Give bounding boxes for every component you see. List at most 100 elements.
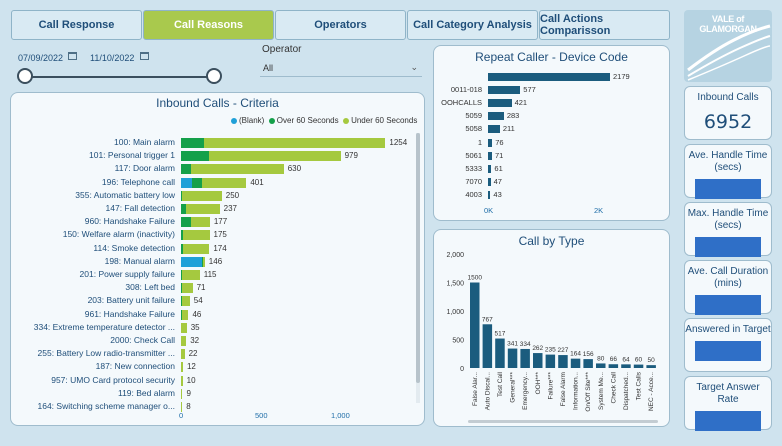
criteria-row[interactable]: 114: Smoke detection 174 — [11, 243, 416, 255]
criteria-row[interactable]: 960: Handshake Failure 177 — [11, 216, 416, 228]
bar-segment-under[interactable] — [181, 322, 187, 333]
criteria-row[interactable]: 147: Fall detection 237 — [11, 203, 416, 215]
bar-segment-under[interactable] — [203, 138, 386, 148]
tab-call-actions-comparisson[interactable]: Call Actions Comparisson — [539, 10, 670, 40]
bar-segment-under[interactable] — [190, 164, 284, 175]
criteria-row[interactable]: 196: Telephone call 401 — [11, 177, 416, 189]
bar-segment-under[interactable] — [208, 151, 341, 162]
bar-segment-under[interactable] — [181, 375, 183, 386]
type-bar[interactable] — [608, 364, 619, 368]
tab-call-reasons[interactable]: Call Reasons — [143, 10, 274, 40]
criteria-row[interactable]: 117: Door alarm 630 — [11, 163, 416, 175]
criteria-row[interactable]: 334: Extreme temperature detector ... 35 — [11, 322, 416, 334]
criteria-row[interactable]: 255: Battery Low radio-transmitter ... 22 — [11, 348, 416, 360]
type-bar[interactable] — [545, 354, 556, 368]
repeat-bar[interactable] — [488, 138, 493, 147]
criteria-row[interactable]: 355: Automatic battery low 250 — [11, 190, 416, 202]
bar-segment-under[interactable] — [185, 204, 220, 214]
repeat-bar[interactable] — [488, 73, 610, 81]
bar-segment-under[interactable] — [181, 336, 187, 346]
criteria-row[interactable]: 119: Bed alarm 9 — [11, 388, 416, 400]
kpi-handle-time-label: Ave. Handle Time (secs) — [688, 150, 768, 173]
bar-segment-under[interactable] — [181, 190, 222, 201]
repeat-bar[interactable] — [488, 190, 491, 199]
bar-segment-under[interactable] — [203, 256, 205, 267]
bar-segment-under[interactable] — [181, 296, 190, 307]
start-date-input[interactable]: 07/09/2022 — [18, 53, 63, 63]
criteria-row[interactable]: 957: UMO Card protocol security 10 — [11, 375, 416, 387]
type-bar[interactable] — [633, 364, 644, 368]
criteria-row[interactable]: 150: Welfare alarm (inactivity) 175 — [11, 229, 416, 241]
operator-dropdown[interactable]: All ⌄ — [260, 59, 422, 77]
type-bar[interactable] — [507, 348, 518, 368]
criteria-row-label: 150: Welfare alarm (inactivity) — [62, 229, 175, 240]
bar-segment-under[interactable] — [181, 362, 183, 373]
criteria-row-label: 196: Telephone call — [101, 176, 175, 187]
bar-segment-under[interactable] — [182, 230, 210, 241]
type-bar[interactable] — [495, 338, 505, 368]
bar-segment-under[interactable] — [181, 283, 193, 294]
criteria-row[interactable]: 198: Manual alarm 146 — [11, 256, 416, 268]
bar-segment-over[interactable] — [192, 177, 203, 188]
repeat-bar[interactable] — [488, 125, 500, 134]
tab-call-response[interactable]: Call Response — [11, 10, 142, 40]
type-bar[interactable] — [520, 348, 530, 368]
type-bar[interactable] — [621, 364, 631, 368]
type-bar[interactable] — [470, 282, 480, 369]
bar-segment-under[interactable] — [182, 309, 189, 320]
bar-segment-over[interactable] — [181, 151, 209, 162]
criteria-row[interactable]: 308: Left bed 71 — [11, 282, 416, 294]
bar-segment-under[interactable] — [202, 177, 247, 188]
criteria-row[interactable]: 2000: Check Call 32 — [11, 335, 416, 347]
bar-segment-over[interactable] — [181, 164, 191, 175]
calendar-icon[interactable] — [68, 52, 77, 60]
date-range-slider[interactable] — [24, 76, 214, 78]
type-category-label: Dispatched... — [623, 372, 630, 410]
end-date-input[interactable]: 11/10/2022 — [90, 53, 134, 63]
bar-segment-under[interactable] — [190, 217, 210, 228]
criteria-row[interactable]: 201: Power supply failure 115 — [11, 269, 416, 281]
calendar-icon[interactable] — [140, 52, 149, 60]
scrollbar-thumb[interactable] — [416, 133, 420, 383]
horizontal-scrollbar[interactable] — [468, 420, 658, 423]
chart-legend: (Blank) Over 60 Seconds Under 60 Seconds — [231, 116, 417, 125]
criteria-row[interactable]: 101: Personal trigger 1 979 — [11, 150, 416, 162]
call-by-type-panel: Call by Type 0 500 1,000 1,500 2,000 1500 Fals… — [433, 229, 670, 427]
bar-segment-over[interactable] — [181, 217, 191, 228]
repeat-bar[interactable] — [488, 99, 512, 108]
type-bar[interactable] — [570, 358, 581, 368]
type-bar[interactable] — [558, 355, 568, 368]
type-bar-label: 767 — [482, 316, 493, 323]
type-bar[interactable] — [583, 359, 593, 368]
type-bar[interactable] — [646, 365, 656, 368]
criteria-row[interactable]: 164: Switching scheme manager o... 8 — [11, 401, 416, 413]
bar-segment-under[interactable] — [183, 243, 210, 254]
repeat-row-label: 4003 — [465, 189, 482, 199]
repeat-bar[interactable] — [488, 112, 504, 121]
slider-end-handle[interactable] — [206, 68, 222, 84]
type-bar[interactable] — [533, 353, 543, 368]
repeat-bar[interactable] — [488, 164, 492, 173]
bar-data-label: 54 — [193, 296, 203, 306]
repeat-bar[interactable] — [488, 177, 491, 186]
repeat-bar[interactable] — [488, 151, 492, 160]
slider-start-handle[interactable] — [17, 68, 33, 84]
bar-segment-blank[interactable] — [181, 256, 203, 267]
criteria-row[interactable]: 961: Handshake Failure 46 — [11, 309, 416, 321]
bar-segment-blank[interactable] — [181, 177, 193, 188]
criteria-row[interactable]: 100: Main alarm 1254 — [11, 137, 416, 149]
type-bar[interactable] — [482, 324, 493, 368]
criteria-row[interactable]: 203: Battery unit failure 54 — [11, 295, 416, 307]
bar-segment-under[interactable] — [181, 270, 200, 280]
repeat-bar[interactable] — [488, 86, 521, 95]
tab-operators[interactable]: Operators — [275, 10, 406, 40]
tab-call-category-analysis[interactable]: Call Category Analysis — [407, 10, 538, 40]
bar-segment-under[interactable] — [181, 388, 183, 399]
axis-tick: 1,000 — [331, 411, 350, 420]
type-bar[interactable] — [596, 363, 606, 368]
criteria-row[interactable]: 187: New connection 12 — [11, 361, 416, 373]
legend-under-label: Under 60 Seconds — [351, 116, 418, 125]
scrollbar-track[interactable] — [416, 133, 420, 403]
bar-segment-over[interactable] — [181, 138, 204, 148]
bar-segment-under[interactable] — [181, 349, 185, 360]
